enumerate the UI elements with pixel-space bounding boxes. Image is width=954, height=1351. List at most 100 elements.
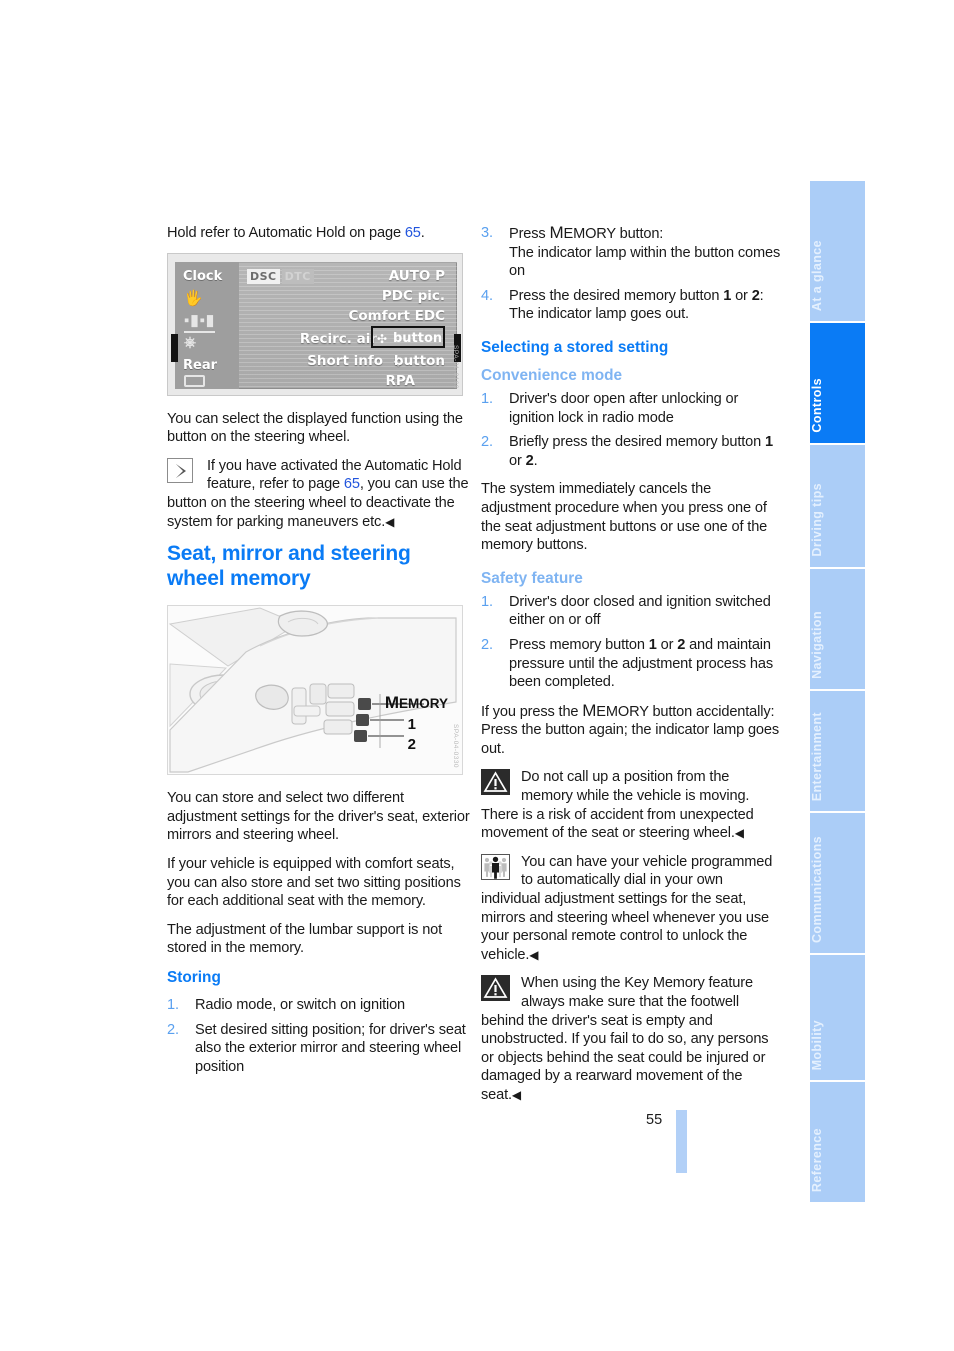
- memory-button-1-ref: 1: [765, 434, 773, 451]
- right-column: 3. Press MEMORY button: The indicator la…: [481, 223, 784, 1115]
- manual-page: Hold refer to Automatic Hold on page 65.…: [0, 0, 954, 1351]
- step-number: 4.: [481, 287, 493, 304]
- screen-icon: [184, 374, 205, 387]
- display-row-comfort-edc[interactable]: Comfort EDC: [348, 307, 445, 326]
- lumbar-support-paragraph: The adjustment of the lumbar support is …: [167, 921, 443, 957]
- tab-reference[interactable]: Reference: [810, 1082, 865, 1202]
- display-row-auto-p[interactable]: AUTO P: [389, 267, 445, 286]
- select-function-paragraph: You can select the displayed function us…: [167, 410, 463, 446]
- tab-label: Navigation: [810, 611, 824, 679]
- warning-footwell: When using the Key Memory feature always…: [481, 974, 784, 1104]
- step-text-prefix: Briefly press the desired memory button: [509, 434, 765, 451]
- list-item: 2. Set desired sitting position; for dri…: [167, 1021, 470, 1077]
- page-link-65-note[interactable]: 65: [344, 476, 360, 492]
- memory-button-2-label: 2: [407, 736, 416, 754]
- hand-wave-icon: 🖐: [184, 289, 203, 307]
- warning-moving-end-mark: ◀: [734, 826, 744, 841]
- tab-entertainment[interactable]: Entertainment: [810, 691, 865, 811]
- tab-mobility[interactable]: Mobility: [810, 955, 865, 1080]
- seat-console-memory-figure: MEMORY 1 2 SPA-04-0330: [167, 605, 463, 776]
- display-row-recirc-air[interactable]: Recirc. air: [300, 330, 377, 349]
- selecting-stored-setting-heading: Selecting a stored setting: [481, 338, 669, 356]
- bar-chart-icon: ▪▮▪▮: [184, 312, 216, 334]
- step-number: 1.: [481, 390, 493, 407]
- store-select-paragraph: You can store and select two different a…: [167, 790, 470, 844]
- display-row-short-info[interactable]: Short info: [307, 352, 383, 371]
- dsc-dtc-tag: DSC DTC: [247, 268, 314, 287]
- conjunction: or: [509, 452, 526, 469]
- control-display-left-menu: Clock 🖐 ▪▮▪▮ ⎈ Rear: [175, 261, 239, 389]
- intro-continuation-text: Hold refer to Automatic Hold on page: [167, 225, 405, 241]
- memory-button-1-label: 1: [407, 716, 416, 734]
- page-link-65-intro[interactable]: 65: [405, 225, 421, 241]
- safety-step-list: 1. Driver's door closed and ignition swi…: [481, 593, 784, 692]
- console-illustration: [168, 606, 462, 775]
- display-highlighted-button-row[interactable]: ✣ button: [371, 325, 445, 348]
- people-group-icon: [481, 853, 511, 881]
- tab-label: Driving tips: [810, 483, 824, 557]
- list-item: 4. Press the desired memory button 1 or …: [481, 287, 784, 324]
- conjunction: or: [656, 636, 678, 653]
- warning-footwell-text: When using the Key Memory feature always…: [481, 974, 784, 1104]
- storing-heading: Storing: [167, 968, 221, 986]
- tab-navigation[interactable]: Navigation: [810, 569, 865, 689]
- page-title: Seat, mirror and steering wheel memory: [167, 542, 411, 591]
- tab-controls[interactable]: Controls: [810, 323, 865, 443]
- storing-step-list-continued: 3. Press MEMORY button: The indicator la…: [481, 223, 784, 324]
- step-number: 2.: [167, 1021, 179, 1038]
- step-text-suffix: .: [533, 452, 538, 469]
- left-scroll-marker: [171, 333, 178, 362]
- step-number: 1.: [167, 996, 179, 1013]
- memory-capital-m: M: [582, 700, 597, 720]
- step-text: Set desired sitting position; for driver…: [195, 1021, 466, 1075]
- tab-label: Mobility: [810, 1019, 824, 1070]
- memory-button-1-ref: 1: [723, 287, 732, 304]
- warning-vehicle-moving-text: Do not call up a position from the memor…: [481, 768, 784, 842]
- tab-label: At a glance: [810, 239, 824, 311]
- list-item: 2. Briefly press the desired memory butt…: [481, 433, 784, 470]
- short-info-button-label: button: [393, 352, 445, 369]
- cancel-procedure-paragraph: The system immediately cancels the adjus…: [481, 481, 768, 554]
- memory-label: MEMORY: [384, 693, 448, 713]
- step-text: Driver's door closed and ignition switch…: [509, 593, 771, 629]
- key-memory-body: You can have your vehicle programmed to …: [481, 853, 773, 963]
- step-text-suffix: :: [759, 287, 764, 304]
- intro-continuation-paragraph: Hold refer to Automatic Hold on page 65.: [167, 224, 470, 243]
- tab-label: Reference: [810, 1127, 824, 1192]
- display-label-rear: Rear: [183, 357, 218, 373]
- tab-label: Communications: [810, 836, 824, 943]
- warning-triangle-icon: [481, 975, 511, 1002]
- step-text-line1: Press the desired memory button 1 or 2:: [509, 288, 764, 304]
- step-text: Radio mode, or switch on ignition: [195, 996, 406, 1013]
- list-item: 3. Press MEMORY button: The indicator la…: [481, 223, 784, 281]
- step-text-line2: The indicator lamp goes out.: [509, 306, 689, 323]
- step-number: 2.: [481, 636, 493, 653]
- left-column: Hold refer to Automatic Hold on page 65.…: [167, 224, 470, 1086]
- warning-moving-body: Do not call up a position from the memor…: [481, 769, 754, 842]
- note-automatic-hold-text: If you have activated the Automatic Hold…: [167, 457, 470, 531]
- control-display-screen: Clock 🖐 ▪▮▪▮ ⎈ Rear DSC DTC AUTO P PDC pi…: [171, 261, 461, 389]
- warning-vehicle-moving: Do not call up a position from the memor…: [481, 768, 784, 842]
- step-number: 1.: [481, 593, 493, 610]
- tab-communications[interactable]: Communications: [810, 813, 865, 953]
- step-text-suffix: EMORY button:: [563, 226, 664, 242]
- tab-driving-tips[interactable]: Driving tips: [810, 445, 865, 567]
- convenience-mode-heading: Convenience mode: [481, 366, 623, 384]
- highlight-button-label: button: [393, 330, 443, 346]
- step-number: 2.: [481, 434, 493, 451]
- display-row-pdc-pic[interactable]: PDC pic.: [382, 287, 445, 306]
- step-text: Press memory button 1 or 2 and maintain …: [509, 637, 773, 690]
- dsc-tag-label: DSC: [247, 268, 280, 284]
- accidental-text-suffix: EMORY button accidentally:: [596, 703, 775, 720]
- list-item: 1. Driver's door closed and ignition swi…: [481, 593, 784, 630]
- step-text-line1: Press MEMORY button:: [509, 223, 664, 242]
- memory-capital-m: M: [549, 223, 564, 242]
- convenience-step-list: 1. Driver's door open after unlocking or…: [481, 390, 784, 470]
- display-row-rpa[interactable]: RPA: [386, 372, 416, 391]
- dtc-tag-label: DTC: [281, 268, 314, 284]
- display-label-clock: Clock: [183, 268, 223, 284]
- footwell-end-mark: ◀: [511, 1087, 522, 1102]
- control-display-rows: DSC DTC AUTO P PDC pic. Comfort EDC Recir…: [247, 262, 449, 389]
- tab-at-a-glance[interactable]: At a glance: [810, 181, 865, 321]
- memory-button-2-ref: 2: [677, 636, 686, 653]
